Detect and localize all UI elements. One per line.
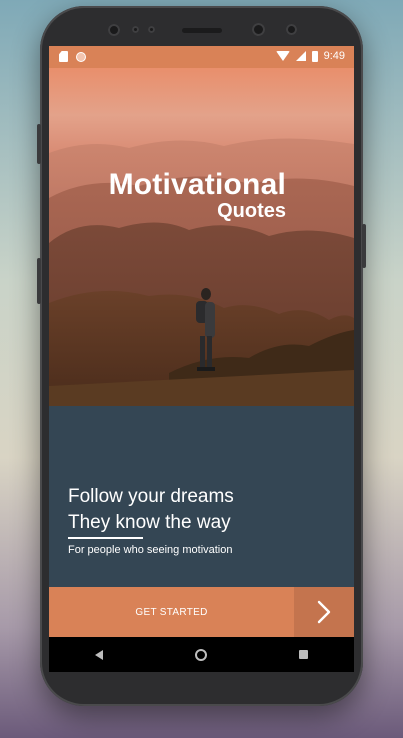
status-time: 9:49 [323, 50, 345, 62]
hero-image: Motivational Quotes [49, 68, 354, 406]
headline-line-1: Follow your dreams [68, 486, 234, 507]
system-nav-bar [49, 637, 354, 672]
next-button[interactable] [294, 587, 354, 637]
power-button [37, 258, 41, 304]
get-started-button[interactable]: GET STARTED [49, 587, 294, 637]
sensor-dot [108, 24, 120, 36]
volume-button [37, 124, 41, 164]
home-icon[interactable] [195, 648, 207, 661]
intro-panel: Follow your dreams They know the way For… [49, 406, 354, 587]
signal-icon [295, 51, 306, 61]
sensor-dot [148, 26, 155, 33]
app-title: Motivational [108, 168, 286, 201]
phone-screen: 9:49 Motivational Quotes Follow your dre… [49, 46, 354, 672]
notification-dot-icon [76, 51, 86, 62]
action-bar: GET STARTED [49, 587, 354, 637]
bixby-button [362, 224, 366, 268]
sensor-dot [286, 24, 297, 35]
sim-card-icon [59, 51, 68, 62]
back-icon[interactable] [95, 649, 103, 660]
headline-line-2: They know the way [68, 512, 231, 533]
intro-caption: For people who seeing motivation [68, 544, 233, 556]
status-bar: 9:49 [49, 46, 354, 68]
headline-underline [68, 537, 143, 539]
chevron-right-icon [317, 600, 331, 624]
earpiece-speaker [182, 28, 222, 33]
app-subtitle: Quotes [217, 200, 286, 222]
front-camera [252, 23, 265, 36]
wifi-icon [275, 51, 290, 61]
sensor-dot [132, 26, 139, 33]
battery-icon [311, 50, 318, 62]
recents-icon[interactable] [299, 650, 308, 659]
mountain-landscape-illustration [49, 138, 354, 406]
